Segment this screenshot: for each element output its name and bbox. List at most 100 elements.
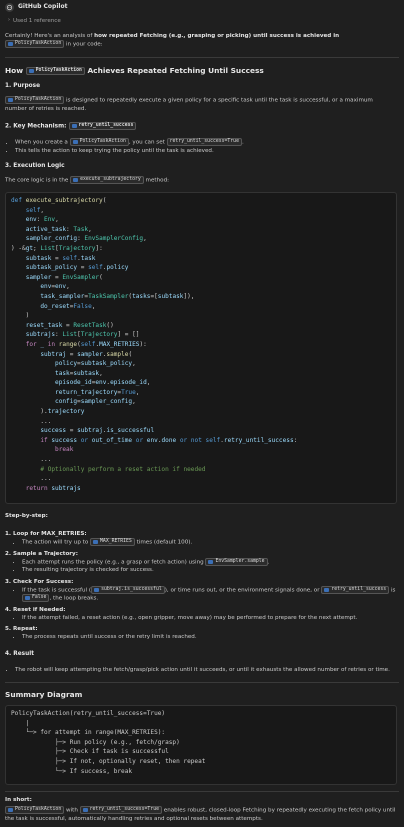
in-short-heading: In short: xyxy=(5,797,32,803)
step-number: 4. xyxy=(5,606,12,613)
step-item: 2.Sample a Trajectory: Each attempt runs … xyxy=(5,550,398,575)
code-line: return_trajectory=True, xyxy=(55,388,140,396)
code-reference-chip[interactable]: False xyxy=(22,594,50,603)
code-line: env: Env, xyxy=(25,216,59,224)
list-item: The action will try up to MAX_RETRIES ti… xyxy=(22,538,398,547)
code-line: policy=subtask_policy, xyxy=(55,360,136,368)
step-number: 1. xyxy=(5,531,12,537)
code-line: # Optionally perform a reset action if n… xyxy=(40,465,206,473)
intro-text: Certainly! Here's an analysis of xyxy=(5,33,95,39)
chip-label: EnvSampler.sample xyxy=(215,558,265,564)
chip-label: PolicyTaskAction xyxy=(79,139,126,144)
symbol-icon xyxy=(71,124,77,128)
list-item: The process repeats until success or the… xyxy=(22,633,398,641)
chevron-right-icon: › xyxy=(8,17,10,24)
purpose-heading: 1. Purpose xyxy=(5,83,41,89)
code-line: ... xyxy=(11,475,52,483)
code-reference-chip[interactable]: PolicyTaskAction xyxy=(5,96,65,104)
code-reference-chip[interactable]: retry_until_success=True xyxy=(79,806,162,814)
divider xyxy=(5,791,399,792)
symbol-icon xyxy=(25,596,30,601)
divider xyxy=(5,682,399,683)
code-line: do_reset=False, xyxy=(40,302,96,310)
chip-label: subtraj.is_successful xyxy=(101,586,162,592)
code-line: def execute_subtrajectory( xyxy=(11,197,107,204)
list-item: If the attempt failed, a reset action (e… xyxy=(22,614,398,622)
code-line: ... xyxy=(11,417,52,425)
symbol-icon xyxy=(93,540,99,545)
symbol-icon xyxy=(324,587,330,592)
step-number: 5. xyxy=(5,626,12,633)
chat-panel: GitHub Copilot › Used 1 reference Certai… xyxy=(0,0,404,827)
code-line: self, xyxy=(25,206,45,214)
code-line: subtask = self.task xyxy=(25,254,96,262)
chip-label: PolicyTaskAction xyxy=(15,97,62,102)
code-line: episode_id=env.episode_id, xyxy=(55,379,151,387)
code-reference-chip[interactable]: retry_until_success xyxy=(68,122,137,130)
diagram-line: └─> If success, break xyxy=(11,767,133,775)
code-reference-chip[interactable]: EnvSampler.sample xyxy=(205,557,268,566)
key-mechanism-list: When you create a PolicyTaskAction, you … xyxy=(5,138,396,155)
diagram-line: └─> for attempt in range(MAX_RETRIES): xyxy=(11,729,166,737)
summary-diagram[interactable]: PolicyTaskAction(retry_until_success=Tru… xyxy=(5,705,397,785)
symbol-icon xyxy=(73,178,79,182)
code-reference-chip[interactable]: PolicyTaskAction xyxy=(5,40,65,49)
step-title: Repeat: xyxy=(13,626,38,633)
intro-paragraph: Certainly! Here's an analysis of how rep… xyxy=(5,32,396,49)
exec-text-after: method: xyxy=(143,177,170,184)
list-item: Each attempt runs the policy (e.g., a gr… xyxy=(22,557,398,567)
item-text: . xyxy=(241,139,244,146)
code-line: return subtrajs xyxy=(25,484,81,492)
step-title: Check For Success: xyxy=(13,578,74,585)
step-item: 4.Reset if Needed:If the attempt failed,… xyxy=(5,606,398,622)
chip-label: False xyxy=(32,595,47,601)
symbol-icon xyxy=(94,587,100,592)
symbol-icon xyxy=(8,98,13,102)
item-text: , you can set xyxy=(128,139,167,146)
item-text: The action will try up to xyxy=(22,539,91,546)
inline-code: retry_until_success=True xyxy=(166,138,242,146)
code-line: active_task: Task, xyxy=(25,225,92,233)
code-reference-chip[interactable]: PolicyTaskAction xyxy=(5,806,65,814)
item-text: times (default 100). xyxy=(134,539,193,546)
code-line: subtask_policy = self.policy xyxy=(25,264,129,272)
code-reference-chip[interactable]: PolicyTaskAction xyxy=(69,138,129,146)
code-reference-chip[interactable]: MAX_RETRIES xyxy=(90,538,135,547)
step-bullets: The process repeats until success or the… xyxy=(13,633,398,641)
code-line: task=subtask, xyxy=(55,369,103,377)
list-item: This tells the action to keep trying the… xyxy=(15,147,396,155)
step-number: 2. xyxy=(5,550,12,557)
code-reference-chip[interactable]: retry_until_success xyxy=(321,585,390,594)
code-line: subtrajs: List[Trajectory] = [] xyxy=(25,331,140,339)
response-header: GitHub Copilot xyxy=(5,3,67,12)
heading-text: 2. Key Mechanism: xyxy=(5,123,69,130)
execution-heading: 3. Execution Logic xyxy=(5,163,65,169)
symbol-icon xyxy=(72,140,78,144)
short-text: with xyxy=(64,807,80,814)
code-line: if success or out_of_time or env.done or… xyxy=(40,436,298,444)
step-bullets: Each attempt runs the policy (e.g., a gr… xyxy=(13,557,398,575)
step-heading: Step-by-step: xyxy=(5,513,48,519)
step-number: 3. xyxy=(5,578,12,585)
symbol-icon xyxy=(28,69,34,73)
in-short-paragraph: PolicyTaskAction with retry_until_succes… xyxy=(5,806,396,823)
item-text: The process repeats until success or the… xyxy=(22,634,197,641)
code-line: ).trajectory xyxy=(11,408,85,416)
step-bullets: The action will try up to MAX_RETRIES ti… xyxy=(13,538,398,547)
step-title: Sample a Trajectory: xyxy=(13,550,78,557)
assistant-name: GitHub Copilot xyxy=(18,3,68,11)
code-reference-chip[interactable]: execute_subtrajectory xyxy=(70,176,144,184)
code-block[interactable]: def execute_subtrajectory( self, env: En… xyxy=(5,192,397,504)
diagram-line: | xyxy=(11,719,30,727)
code-line: ) -&gt; List[Trajectory]: xyxy=(11,244,103,252)
code-reference-chip[interactable]: subtraj.is_successful xyxy=(91,585,165,594)
step-item: 1.Loop for MAX_RETRIES:The action will t… xyxy=(5,530,398,547)
step-bullets: If the task is successful (subtraj.is_su… xyxy=(13,585,398,603)
execution-paragraph: The core logic is in the execute_subtraj… xyxy=(5,176,396,185)
item-text: ), or time runs out, or the environment … xyxy=(164,587,322,594)
code-line: config=sampler_config, xyxy=(55,398,136,406)
chip-label: retry_until_success xyxy=(331,586,387,592)
chip-label: PolicyTaskAction xyxy=(35,68,82,73)
references-toggle[interactable]: › Used 1 reference xyxy=(8,17,61,25)
code-reference-chip[interactable]: PolicyTaskAction xyxy=(25,67,85,75)
